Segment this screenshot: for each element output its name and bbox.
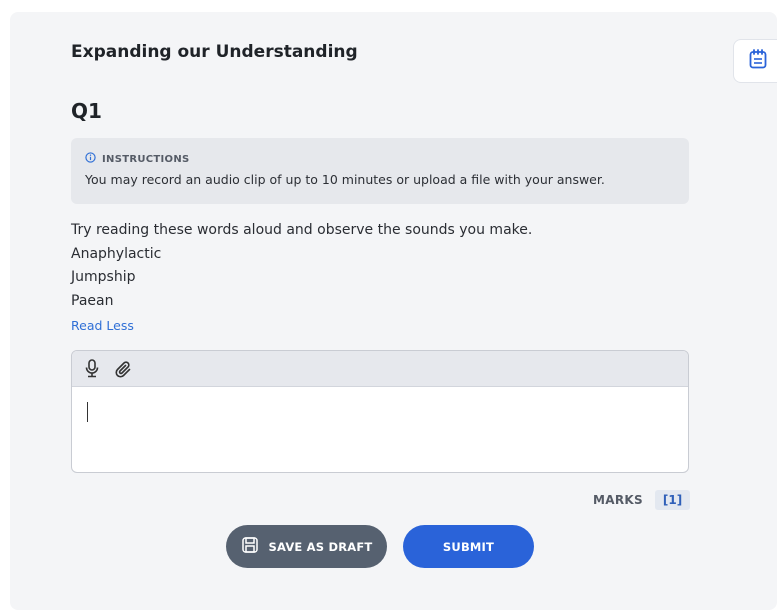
marks-value: [1]: [654, 490, 691, 510]
prompt-line: Try reading these words aloud and observ…: [71, 222, 533, 238]
submit-label: SUBMIT: [442, 539, 495, 554]
marks-label: MARKS: [593, 493, 643, 507]
instructions-box: INSTRUCTIONS You may record an audio cli…: [71, 138, 689, 204]
question-number: Q1: [71, 99, 102, 123]
marks-indicator: MARKS [1]: [593, 490, 691, 510]
answer-editor: [71, 350, 689, 473]
prompt-line: Paean: [71, 292, 114, 309]
notes-button[interactable]: [733, 39, 777, 83]
notes-icon: [749, 49, 767, 73]
prompt-line: Jumpship: [71, 269, 136, 285]
instructions-header: INSTRUCTIONS: [85, 152, 675, 166]
assignment-title: Expanding our Understanding: [71, 42, 358, 62]
prompt-line: Anaphylactic: [71, 245, 162, 262]
instructions-heading: INSTRUCTIONS: [102, 153, 190, 165]
save-icon: [241, 536, 259, 557]
answer-toolbar: [72, 351, 688, 387]
instructions-text: You may record an audio clip of up to 10…: [85, 172, 605, 187]
save-draft-label: SAVE AS DRAFT: [268, 539, 373, 554]
answer-textarea[interactable]: [72, 387, 688, 472]
text-cursor: [87, 402, 88, 422]
read-less-link[interactable]: Read Less: [71, 313, 532, 339]
info-icon: [85, 152, 96, 166]
microphone-icon[interactable]: [82, 359, 102, 379]
paperclip-icon[interactable]: [114, 359, 134, 379]
submit-button[interactable]: SUBMIT: [403, 525, 534, 568]
question-prompt: Try reading these words aloud and observ…: [71, 219, 532, 339]
save-draft-button[interactable]: SAVE AS DRAFT: [226, 525, 387, 568]
